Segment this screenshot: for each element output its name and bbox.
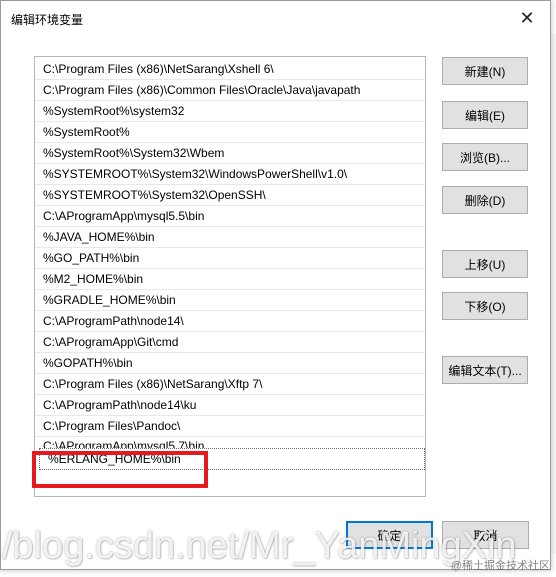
path-list-item[interactable]: %SYSTEMROOT%\System32\OpenSSH\ xyxy=(35,185,425,206)
path-list-item[interactable]: %M2_HOME%\bin xyxy=(35,269,425,290)
ok-button[interactable]: 确定 xyxy=(346,521,433,549)
path-list-item[interactable]: %GRADLE_HOME%\bin xyxy=(35,290,425,311)
title-bar: 编辑环境变量 ✕ xyxy=(1,1,550,35)
path-list-item[interactable]: C:\AProgramPath\node14\ku xyxy=(35,395,425,416)
path-list-item[interactable]: C:\Program Files (x86)\NetSarang\Xshell … xyxy=(35,59,425,80)
edit-text-button[interactable]: 编辑文本(T)... xyxy=(442,356,528,384)
path-list-item[interactable]: C:\Program Files\Pandoc\ xyxy=(35,416,425,437)
path-list-item[interactable]: %SystemRoot%\system32 xyxy=(35,101,425,122)
path-list-item[interactable]: %GO_PATH%\bin xyxy=(35,248,425,269)
new-button[interactable]: 新建(N) xyxy=(442,57,528,85)
path-list-item[interactable]: C:\AProgramPath\node14\ xyxy=(35,311,425,332)
path-list-item[interactable]: %GOPATH%\bin xyxy=(35,353,425,374)
edit-button[interactable]: 编辑(E) xyxy=(442,101,528,129)
path-list-item[interactable]: %SystemRoot%\System32\Wbem xyxy=(35,143,425,164)
path-list-item-editing[interactable]: %ERLANG_HOME%\bin xyxy=(39,448,425,470)
path-list-item[interactable]: C:\Program Files (x86)\Common Files\Orac… xyxy=(35,80,425,101)
close-button[interactable]: ✕ xyxy=(504,1,550,35)
delete-button[interactable]: 删除(D) xyxy=(442,186,528,214)
path-list-item[interactable]: %JAVA_HOME%\bin xyxy=(35,227,425,248)
path-list-item[interactable]: C:\AProgramApp\mysql5.7\bin xyxy=(35,437,425,448)
path-list-item[interactable]: C:\Program Files (x86)\NetSarang\Xftp 7\ xyxy=(35,374,425,395)
path-list-item[interactable]: C:\AProgramApp\Git\cmd xyxy=(35,332,425,353)
dialog-title: 编辑环境变量 xyxy=(11,13,84,27)
path-list[interactable]: C:\Program Files (x86)\NetSarang\Xshell … xyxy=(34,56,426,497)
path-list-item[interactable]: %SystemRoot% xyxy=(35,122,425,143)
close-icon: ✕ xyxy=(519,7,535,28)
edit-environment-variable-dialog: 编辑环境变量 ✕ C:\Program Files (x86)\NetSaran… xyxy=(0,0,551,570)
path-list-item[interactable]: C:\AProgramApp\mysql5.5\bin xyxy=(35,206,425,227)
cancel-button[interactable]: 取消 xyxy=(442,521,529,549)
move-up-button[interactable]: 上移(U) xyxy=(442,250,528,278)
browse-button[interactable]: 浏览(B)... xyxy=(442,143,528,171)
move-down-button[interactable]: 下移(O) xyxy=(442,292,528,320)
path-list-item[interactable]: %SYSTEMROOT%\System32\WindowsPowerShell\… xyxy=(35,164,425,185)
